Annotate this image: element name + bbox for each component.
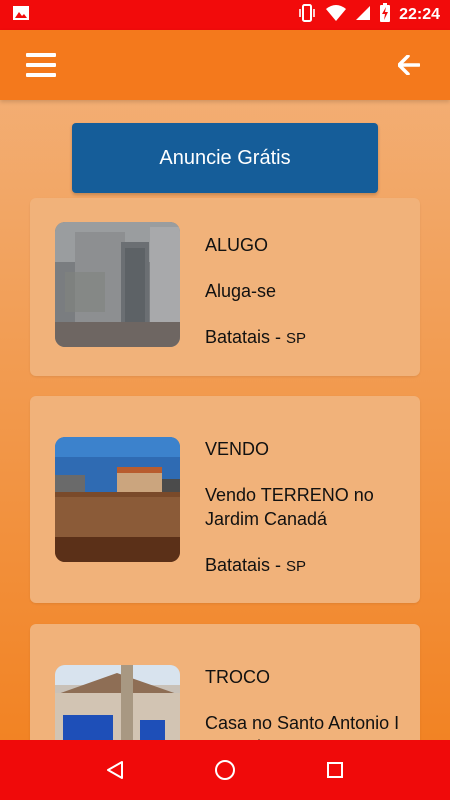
square-recents-icon[interactable] <box>325 760 345 780</box>
listing-title: Aluga-se <box>205 281 277 301</box>
status-time: 22:24 <box>399 6 440 23</box>
signal-icon <box>355 5 371 26</box>
wifi-icon <box>325 4 347 27</box>
battery-charging-icon <box>379 2 391 28</box>
navigation-bar <box>0 740 450 800</box>
image-icon <box>12 5 30 26</box>
app-bar <box>0 30 450 100</box>
listing-title: Vendo TERRENO no Jardim Canadá <box>205 485 374 529</box>
status-bar: 22:24 <box>0 0 450 30</box>
listing-photo <box>55 437 180 562</box>
listing-card[interactable]: ALUGO Aluga-se Batatais - SP <box>30 198 420 376</box>
listing-type: ALUGO <box>205 235 269 255</box>
vibrate-icon <box>297 3 317 27</box>
listing-state: SP <box>286 558 307 575</box>
listing-city: Batatais <box>205 555 271 575</box>
listing-type: TROCO <box>205 667 270 687</box>
listing-photo <box>55 222 180 347</box>
listing-type: VENDO <box>205 439 270 459</box>
listing-state: SP <box>286 330 307 347</box>
arrow-left-icon[interactable] <box>398 55 420 75</box>
listing-city: Batatais <box>205 327 271 347</box>
circle-home-icon[interactable] <box>214 759 236 781</box>
listing-card[interactable]: VENDO Vendo TERRENO no Jardim Canadá Bat… <box>30 396 420 603</box>
hamburger-menu-icon[interactable] <box>26 52 56 78</box>
listing-location: Batatais - SP <box>205 327 307 347</box>
announce-free-button[interactable]: Anuncie Grátis <box>72 123 378 193</box>
triangle-back-icon[interactable] <box>105 760 125 780</box>
listing-location: Batatais - SP <box>205 555 307 575</box>
